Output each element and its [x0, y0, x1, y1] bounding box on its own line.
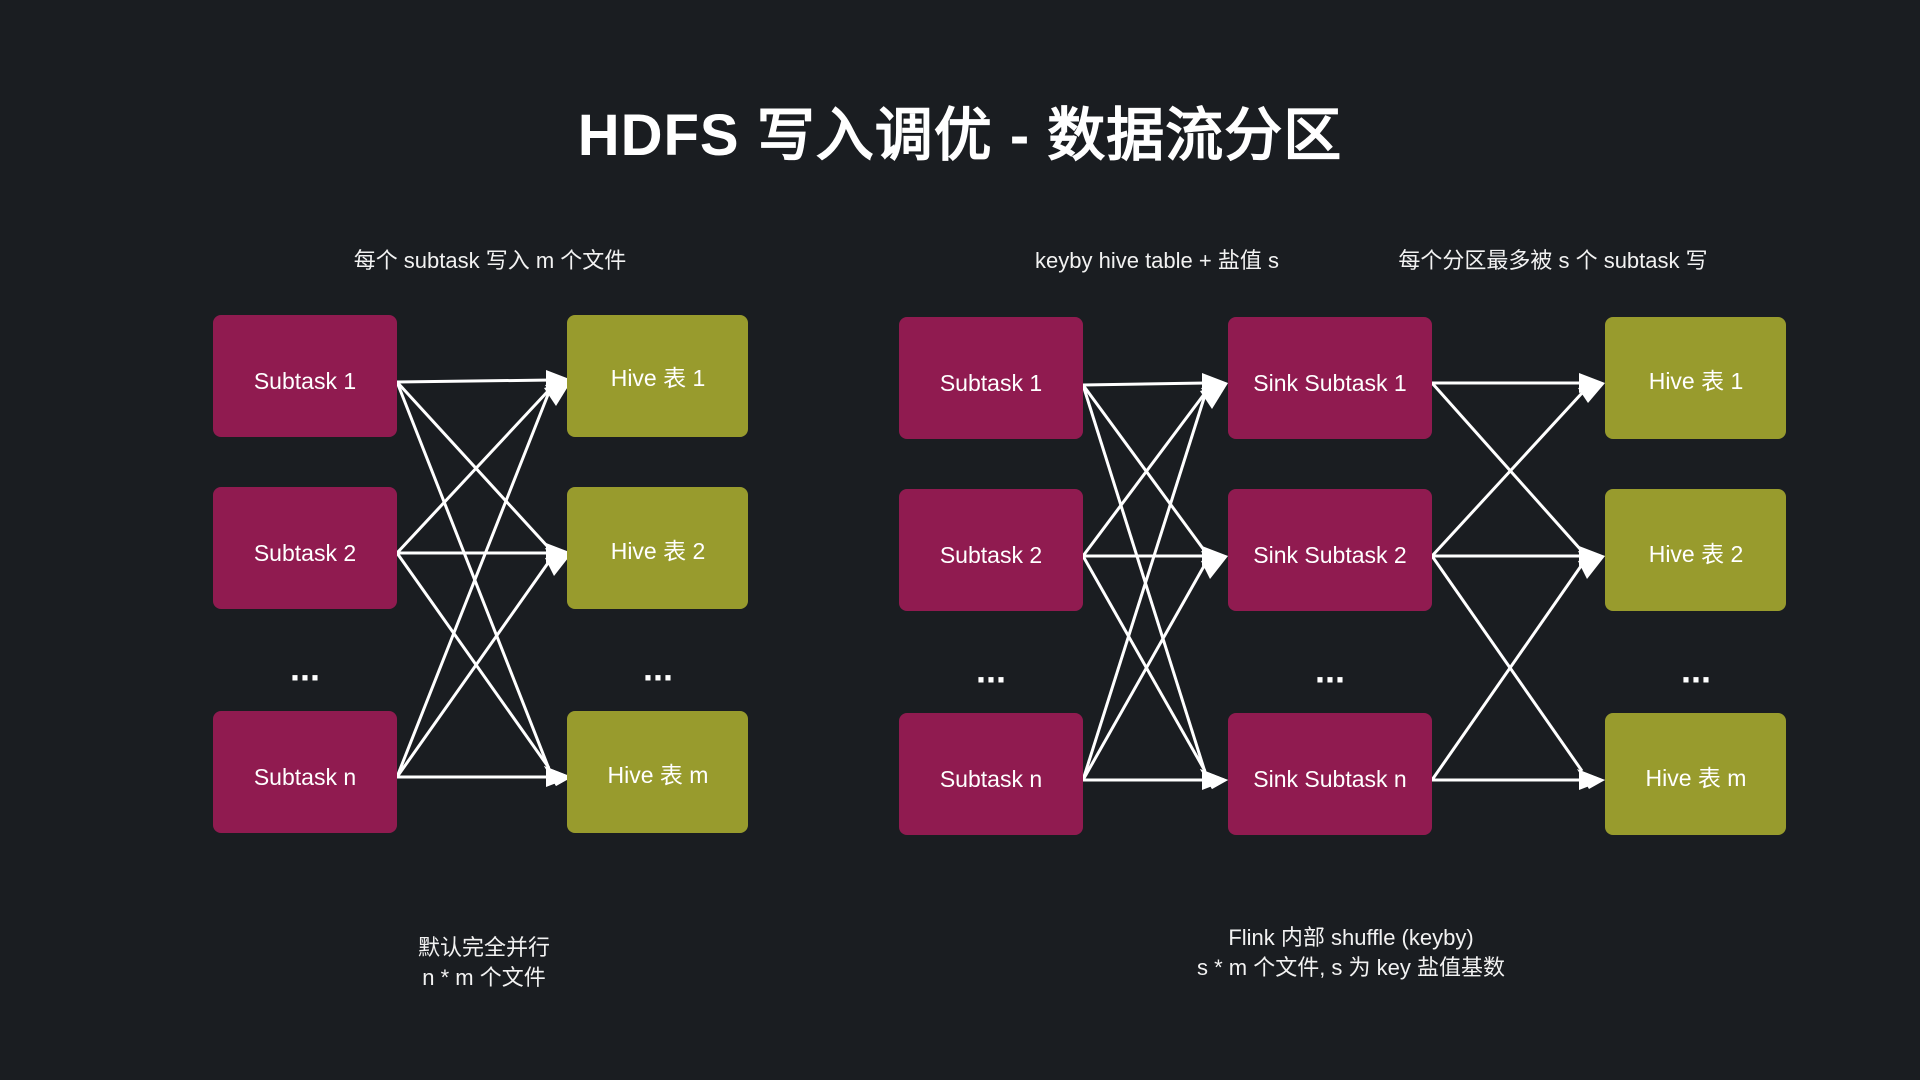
node-right-subtask-2[interactable]: Subtask 2 — [899, 489, 1083, 611]
node-hive-table-m[interactable]: Hive 表 m — [567, 711, 748, 833]
left-panel: 每个 subtask 写入 m 个文件 Subtask 1 Subtask 2 … — [213, 248, 748, 990]
node-subtask-1-label: Subtask 1 — [254, 368, 356, 394]
edge-k2-h1 — [1430, 391, 1584, 558]
node-sink-subtask-n[interactable]: Sink Subtask n — [1228, 713, 1432, 835]
edge-k2-hm — [1430, 555, 1584, 772]
node-right-subtask-n[interactable]: Subtask n — [899, 713, 1083, 835]
right-caption-line-2: s * m 个文件, s 为 key 盐值基数 — [1197, 955, 1505, 980]
edge-rsn-k2 — [1081, 565, 1206, 781]
edge-s1-h1 — [396, 378, 553, 384]
left-caption-line-1: 默认完全并行 — [418, 935, 550, 960]
node-subtask-2-label: Subtask 2 — [254, 540, 356, 566]
node-right-subtask-1[interactable]: Subtask 1 — [899, 317, 1083, 439]
node-right-hive-table-2[interactable]: Hive 表 2 — [1605, 489, 1786, 611]
node-subtask-n-label: Subtask n — [254, 764, 356, 790]
right-top-label-2: 每个分区最多被 s 个 subtask 写 — [1398, 248, 1707, 273]
right-sink-nodes: Sink Subtask 1 Sink Subtask 2 ... Sink S… — [1228, 317, 1432, 835]
right-top-label-1: keyby hive table + 盐值 s — [1035, 248, 1279, 273]
right-source-ellipsis: ... — [976, 650, 1006, 691]
edge-s1-hm — [395, 381, 551, 770]
node-right-subtask-1-label: Subtask 1 — [940, 370, 1042, 396]
edge-rs1-k2 — [1081, 384, 1206, 551]
node-hive-table-2[interactable]: Hive 表 2 — [567, 487, 748, 609]
edge-s2-h1 — [395, 388, 551, 555]
node-sink-subtask-1-label: Sink Subtask 1 — [1253, 370, 1406, 396]
left-target-ellipsis: ... — [643, 648, 673, 689]
node-sink-subtask-2-label: Sink Subtask 2 — [1253, 542, 1406, 568]
right-sink-ellipsis: ... — [1315, 650, 1345, 691]
dataflow-diagram: 每个 subtask 写入 m 个文件 Subtask 1 Subtask 2 … — [213, 248, 1786, 990]
edge-sn-h2 — [395, 562, 550, 778]
node-right-hive-table-m[interactable]: Hive 表 m — [1605, 713, 1786, 835]
node-hive-table-m-label: Hive 表 m — [608, 762, 709, 788]
left-edges — [395, 370, 572, 787]
left-source-nodes: Subtask 1 Subtask 2 ... Subtask n — [213, 315, 397, 833]
edge-k1-h2 — [1430, 382, 1583, 551]
node-hive-table-1[interactable]: Hive 表 1 — [567, 315, 748, 437]
node-sink-subtask-2[interactable]: Sink Subtask 2 — [1228, 489, 1432, 611]
node-right-hive-table-m-label: Hive 表 m — [1646, 765, 1747, 791]
left-source-ellipsis: ... — [290, 648, 320, 689]
node-right-hive-table-2-label: Hive 表 2 — [1649, 541, 1744, 567]
node-right-subtask-2-label: Subtask 2 — [940, 542, 1042, 568]
node-subtask-2[interactable]: Subtask 2 — [213, 487, 397, 609]
left-target-nodes: Hive 表 1 Hive 表 2 ... Hive 表 m — [567, 315, 748, 833]
right-panel: keyby hive table + 盐值 s 每个分区最多被 s 个 subt… — [899, 248, 1786, 980]
right-target-nodes: Hive 表 1 Hive 表 2 ... Hive 表 m — [1605, 317, 1786, 835]
node-right-hive-table-1[interactable]: Hive 表 1 — [1605, 317, 1786, 439]
edge-s1-h2 — [395, 380, 550, 549]
left-top-label: 每个 subtask 写入 m 个文件 — [354, 248, 627, 273]
node-hive-table-1-label: Hive 表 1 — [611, 365, 706, 391]
edge-kn-h2 — [1430, 565, 1583, 781]
node-hive-table-2-label: Hive 表 2 — [611, 538, 706, 564]
node-right-subtask-n-label: Subtask n — [940, 766, 1042, 792]
node-subtask-1[interactable]: Subtask 1 — [213, 315, 397, 437]
right-source-nodes: Subtask 1 Subtask 2 ... Subtask n — [899, 317, 1083, 835]
right-stage2-edges — [1430, 373, 1605, 790]
right-target-ellipsis: ... — [1681, 650, 1711, 691]
right-stage1-edges — [1081, 373, 1228, 790]
edge-rs2-k1 — [1081, 392, 1207, 557]
edge-rs1-k1 — [1082, 381, 1207, 387]
node-right-hive-table-1-label: Hive 表 1 — [1649, 368, 1744, 394]
node-sink-subtask-n-label: Sink Subtask n — [1253, 766, 1406, 792]
node-subtask-n[interactable]: Subtask n — [213, 711, 397, 833]
edge-rs1-kn — [1081, 384, 1207, 773]
right-caption-line-1: Flink 内部 shuffle (keyby) — [1228, 925, 1473, 950]
node-sink-subtask-1[interactable]: Sink Subtask 1 — [1228, 317, 1432, 439]
slide-canvas: HDFS 写入调优 - 数据流分区 每个 subtask 写入 m 个文件 Su… — [0, 0, 1920, 1080]
left-caption-line-2: n * m 个文件 — [422, 965, 545, 990]
